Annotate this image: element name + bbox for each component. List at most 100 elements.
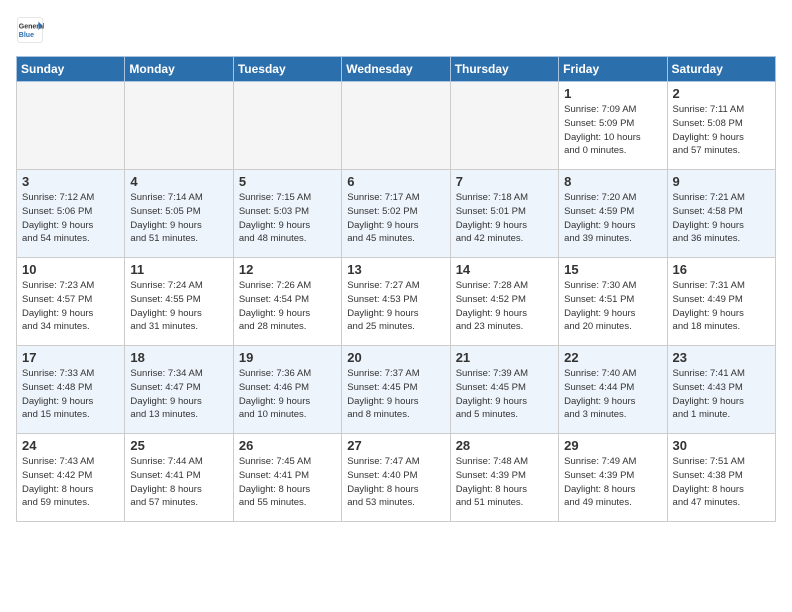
day-number: 26 <box>239 438 336 453</box>
calendar-cell: 1 Sunrise: 7:09 AM Sunset: 5:09 PM Daylig… <box>559 82 667 170</box>
day-info: Sunrise: 7:14 AM Sunset: 5:05 PM Dayligh… <box>130 191 227 246</box>
day-number: 18 <box>130 350 227 365</box>
day-number: 30 <box>673 438 770 453</box>
day-info: Sunrise: 7:24 AM Sunset: 4:55 PM Dayligh… <box>130 279 227 334</box>
day-number: 3 <box>22 174 119 189</box>
day-number: 21 <box>456 350 553 365</box>
calendar-cell: 16 Sunrise: 7:31 AM Sunset: 4:49 PM Dayli… <box>667 258 775 346</box>
calendar-cell: 27Sunrise: 7:47 AM Sunset: 4:40 PM Dayli… <box>342 434 450 522</box>
day-number: 25 <box>130 438 227 453</box>
calendar-cell: 5 Sunrise: 7:15 AM Sunset: 5:03 PM Daylig… <box>233 170 341 258</box>
day-info: Sunrise: 7:48 AM Sunset: 4:39 PM Dayligh… <box>456 455 553 510</box>
day-number: 27 <box>347 438 444 453</box>
calendar-cell: 18 Sunrise: 7:34 AM Sunset: 4:47 PM Dayli… <box>125 346 233 434</box>
day-info: Sunrise: 7:40 AM Sunset: 4:44 PM Dayligh… <box>564 367 661 422</box>
day-number: 2 <box>673 86 770 101</box>
day-number: 15 <box>564 262 661 277</box>
day-number: 12 <box>239 262 336 277</box>
day-info: Sunrise: 7:43 AM Sunset: 4:42 PM Dayligh… <box>22 455 119 510</box>
calendar-cell: 20Sunrise: 7:37 AM Sunset: 4:45 PM Dayli… <box>342 346 450 434</box>
calendar-cell <box>17 82 125 170</box>
day-number: 4 <box>130 174 227 189</box>
calendar-week-row: 10Sunrise: 7:23 AM Sunset: 4:57 PM Dayli… <box>17 258 776 346</box>
day-info: Sunrise: 7:51 AM Sunset: 4:38 PM Dayligh… <box>673 455 770 510</box>
calendar-cell: 9 Sunrise: 7:21 AM Sunset: 4:58 PM Daylig… <box>667 170 775 258</box>
day-info: Sunrise: 7:15 AM Sunset: 5:03 PM Dayligh… <box>239 191 336 246</box>
day-info: Sunrise: 7:09 AM Sunset: 5:09 PM Dayligh… <box>564 103 661 158</box>
day-number: 19 <box>239 350 336 365</box>
day-number: 22 <box>564 350 661 365</box>
day-number: 17 <box>22 350 119 365</box>
calendar-cell: 2 Sunrise: 7:11 AM Sunset: 5:08 PM Daylig… <box>667 82 775 170</box>
calendar-table: SundayMondayTuesdayWednesdayThursdayFrid… <box>16 56 776 522</box>
calendar-cell: 4 Sunrise: 7:14 AM Sunset: 5:05 PM Daylig… <box>125 170 233 258</box>
day-info: Sunrise: 7:27 AM Sunset: 4:53 PM Dayligh… <box>347 279 444 334</box>
day-number: 13 <box>347 262 444 277</box>
calendar-cell: 29 Sunrise: 7:49 AM Sunset: 4:39 PM Dayli… <box>559 434 667 522</box>
calendar-cell <box>125 82 233 170</box>
day-number: 29 <box>564 438 661 453</box>
calendar-cell: 11Sunrise: 7:24 AM Sunset: 4:55 PM Dayli… <box>125 258 233 346</box>
day-info: Sunrise: 7:36 AM Sunset: 4:46 PM Dayligh… <box>239 367 336 422</box>
day-info: Sunrise: 7:21 AM Sunset: 4:58 PM Dayligh… <box>673 191 770 246</box>
col-header-thursday: Thursday <box>450 57 558 82</box>
day-info: Sunrise: 7:11 AM Sunset: 5:08 PM Dayligh… <box>673 103 770 158</box>
day-info: Sunrise: 7:30 AM Sunset: 4:51 PM Dayligh… <box>564 279 661 334</box>
day-info: Sunrise: 7:45 AM Sunset: 4:41 PM Dayligh… <box>239 455 336 510</box>
calendar-cell: 3 Sunrise: 7:12 AM Sunset: 5:06 PM Daylig… <box>17 170 125 258</box>
calendar-cell <box>342 82 450 170</box>
calendar-cell: 19 Sunrise: 7:36 AM Sunset: 4:46 PM Dayli… <box>233 346 341 434</box>
svg-text:Blue: Blue <box>19 32 34 39</box>
col-header-tuesday: Tuesday <box>233 57 341 82</box>
calendar-week-row: 3 Sunrise: 7:12 AM Sunset: 5:06 PM Daylig… <box>17 170 776 258</box>
logo: General Blue <box>16 16 48 44</box>
col-header-saturday: Saturday <box>667 57 775 82</box>
calendar-cell: 10Sunrise: 7:23 AM Sunset: 4:57 PM Dayli… <box>17 258 125 346</box>
col-header-wednesday: Wednesday <box>342 57 450 82</box>
calendar-header-row: SundayMondayTuesdayWednesdayThursdayFrid… <box>17 57 776 82</box>
day-number: 1 <box>564 86 661 101</box>
day-number: 7 <box>456 174 553 189</box>
day-info: Sunrise: 7:28 AM Sunset: 4:52 PM Dayligh… <box>456 279 553 334</box>
calendar-cell: 28 Sunrise: 7:48 AM Sunset: 4:39 PM Dayli… <box>450 434 558 522</box>
day-info: Sunrise: 7:12 AM Sunset: 5:06 PM Dayligh… <box>22 191 119 246</box>
col-header-sunday: Sunday <box>17 57 125 82</box>
calendar-cell: 21 Sunrise: 7:39 AM Sunset: 4:45 PM Dayli… <box>450 346 558 434</box>
day-info: Sunrise: 7:31 AM Sunset: 4:49 PM Dayligh… <box>673 279 770 334</box>
calendar-cell: 23Sunrise: 7:41 AM Sunset: 4:43 PM Dayli… <box>667 346 775 434</box>
day-number: 16 <box>673 262 770 277</box>
calendar-week-row: 1 Sunrise: 7:09 AM Sunset: 5:09 PM Daylig… <box>17 82 776 170</box>
day-number: 28 <box>456 438 553 453</box>
day-info: Sunrise: 7:33 AM Sunset: 4:48 PM Dayligh… <box>22 367 119 422</box>
calendar-cell: 17 Sunrise: 7:33 AM Sunset: 4:48 PM Dayli… <box>17 346 125 434</box>
day-number: 5 <box>239 174 336 189</box>
col-header-friday: Friday <box>559 57 667 82</box>
calendar-cell <box>233 82 341 170</box>
day-number: 24 <box>22 438 119 453</box>
day-info: Sunrise: 7:49 AM Sunset: 4:39 PM Dayligh… <box>564 455 661 510</box>
calendar-week-row: 24 Sunrise: 7:43 AM Sunset: 4:42 PM Dayli… <box>17 434 776 522</box>
page-header: General Blue <box>16 16 776 44</box>
day-info: Sunrise: 7:37 AM Sunset: 4:45 PM Dayligh… <box>347 367 444 422</box>
day-number: 9 <box>673 174 770 189</box>
day-info: Sunrise: 7:39 AM Sunset: 4:45 PM Dayligh… <box>456 367 553 422</box>
day-info: Sunrise: 7:26 AM Sunset: 4:54 PM Dayligh… <box>239 279 336 334</box>
calendar-cell: 13 Sunrise: 7:27 AM Sunset: 4:53 PM Dayli… <box>342 258 450 346</box>
day-number: 6 <box>347 174 444 189</box>
calendar-cell: 24 Sunrise: 7:43 AM Sunset: 4:42 PM Dayli… <box>17 434 125 522</box>
calendar-cell: 15 Sunrise: 7:30 AM Sunset: 4:51 PM Dayli… <box>559 258 667 346</box>
calendar-cell: 26 Sunrise: 7:45 AM Sunset: 4:41 PM Dayli… <box>233 434 341 522</box>
day-number: 8 <box>564 174 661 189</box>
calendar-cell: 30 Sunrise: 7:51 AM Sunset: 4:38 PM Dayli… <box>667 434 775 522</box>
calendar-cell: 6Sunrise: 7:17 AM Sunset: 5:02 PM Daylig… <box>342 170 450 258</box>
day-number: 23 <box>673 350 770 365</box>
calendar-cell: 22 Sunrise: 7:40 AM Sunset: 4:44 PM Dayli… <box>559 346 667 434</box>
day-info: Sunrise: 7:18 AM Sunset: 5:01 PM Dayligh… <box>456 191 553 246</box>
day-info: Sunrise: 7:20 AM Sunset: 4:59 PM Dayligh… <box>564 191 661 246</box>
calendar-cell <box>450 82 558 170</box>
day-number: 14 <box>456 262 553 277</box>
day-info: Sunrise: 7:44 AM Sunset: 4:41 PM Dayligh… <box>130 455 227 510</box>
day-info: Sunrise: 7:34 AM Sunset: 4:47 PM Dayligh… <box>130 367 227 422</box>
day-info: Sunrise: 7:23 AM Sunset: 4:57 PM Dayligh… <box>22 279 119 334</box>
logo-icon: General Blue <box>16 16 44 44</box>
